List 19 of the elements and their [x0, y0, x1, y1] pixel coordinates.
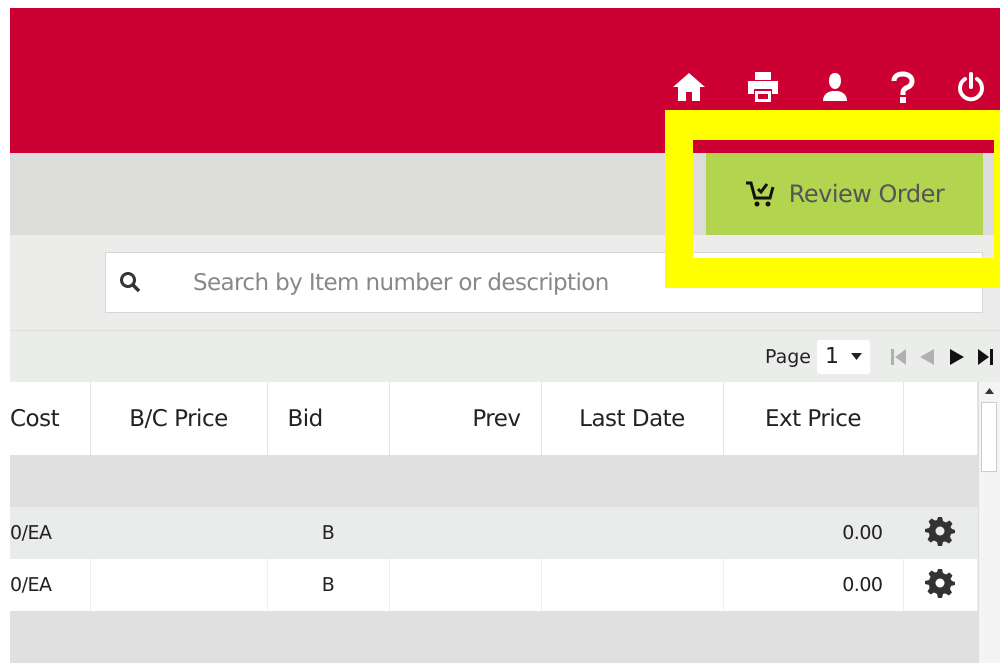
scroll-up-icon[interactable]	[984, 388, 994, 394]
gear-icon[interactable]	[925, 516, 955, 546]
table-cell: 0/EA	[10, 507, 90, 559]
table-cell: B	[267, 507, 389, 559]
scrollbar[interactable]	[978, 382, 1000, 663]
user-icon[interactable]	[820, 71, 850, 103]
table-cell: 0.00	[723, 507, 903, 559]
page-select[interactable]: 1	[817, 340, 870, 374]
page-label: Page	[765, 346, 811, 368]
home-icon[interactable]	[672, 71, 706, 103]
power-icon[interactable]	[956, 71, 986, 103]
caret-icon	[851, 353, 862, 360]
review-order-button[interactable]: Review Order	[706, 153, 983, 235]
printer-icon[interactable]	[746, 71, 780, 103]
help-icon[interactable]	[890, 71, 916, 103]
scroll-thumb[interactable]	[981, 402, 998, 472]
gear-icon[interactable]	[925, 568, 955, 598]
cart-icon	[744, 180, 775, 208]
search-icon	[119, 271, 141, 293]
